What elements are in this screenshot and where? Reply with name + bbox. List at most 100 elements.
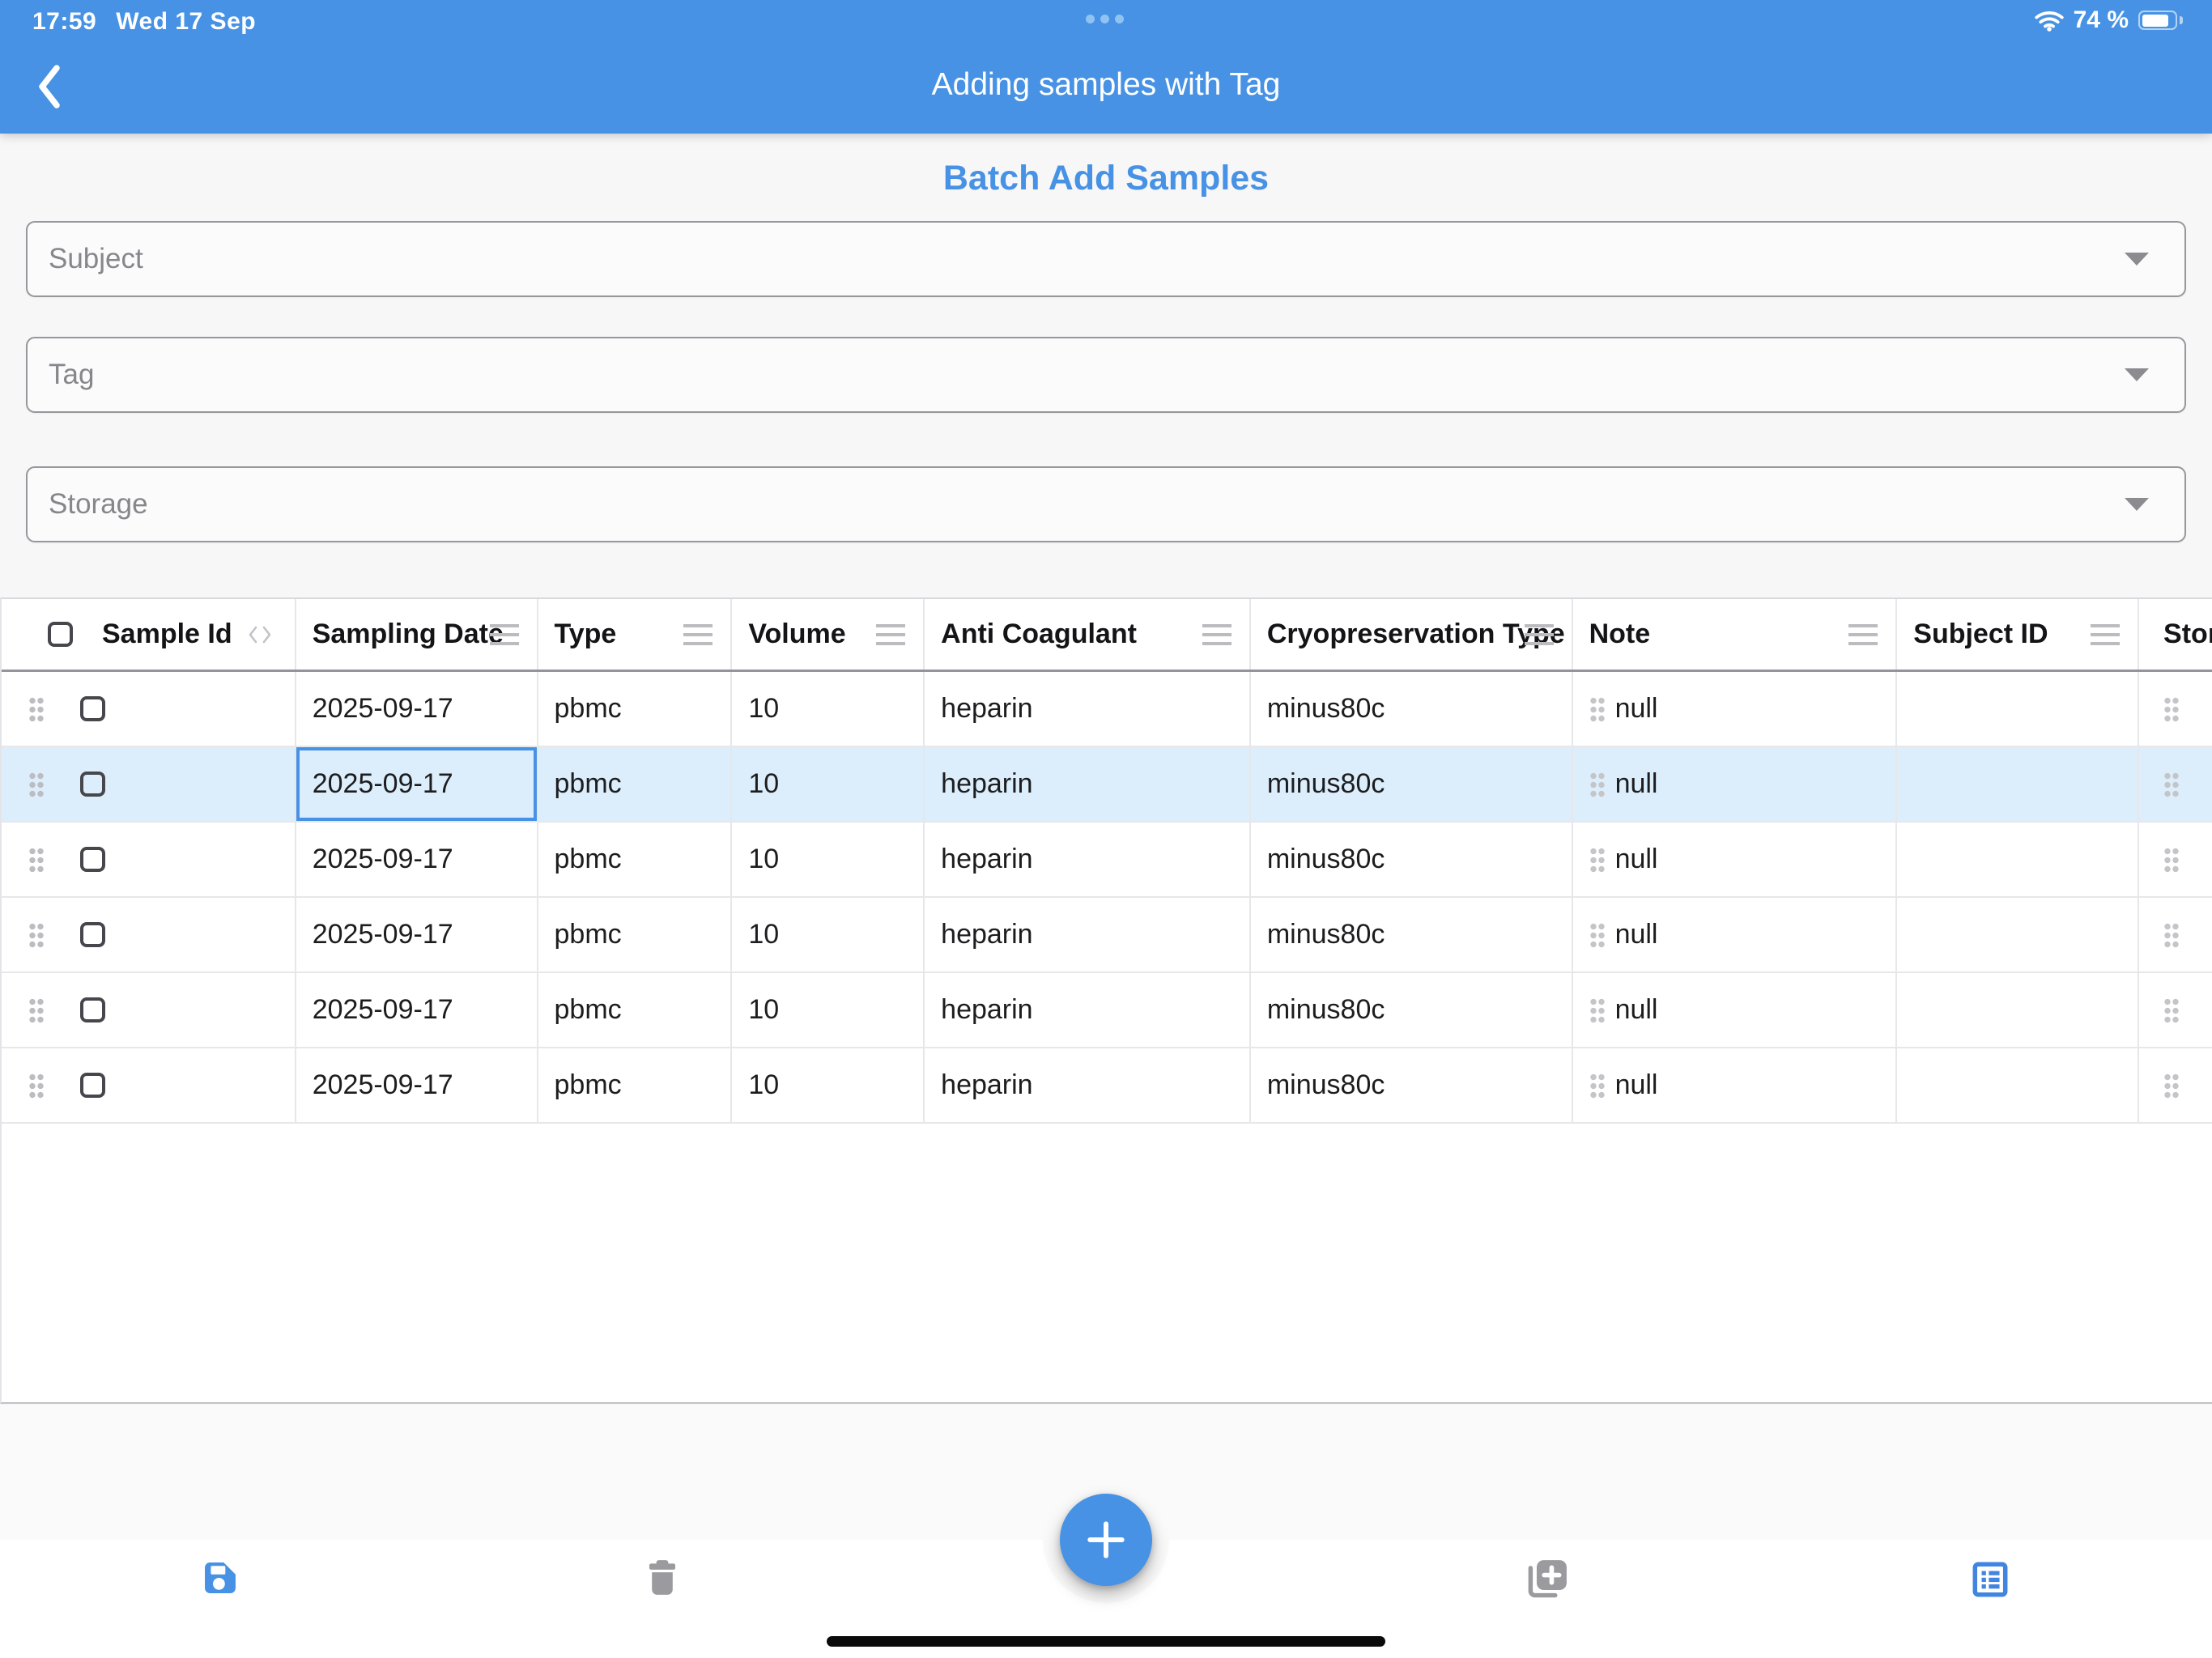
- cell-storage[interactable]: [2139, 973, 2212, 1047]
- cell-sampling-date[interactable]: 2025-09-17: [296, 898, 538, 971]
- select-all-checkbox[interactable]: [48, 622, 73, 647]
- cell-volume[interactable]: 10: [732, 898, 925, 971]
- column-menu-icon[interactable]: [1202, 624, 1231, 645]
- cell-cryopreservation-type[interactable]: minus80c: [1251, 1048, 1573, 1122]
- header-sampling-date[interactable]: Sampling Date: [296, 599, 538, 670]
- row-drag-handle-icon[interactable]: [28, 1073, 45, 1099]
- row-checkbox[interactable]: [80, 847, 105, 872]
- storage-select[interactable]: Storage: [26, 466, 2186, 542]
- cell-anti-coagulant[interactable]: heparin: [925, 747, 1251, 821]
- column-menu-icon[interactable]: [1525, 624, 1554, 645]
- tag-select[interactable]: Tag: [26, 337, 2186, 413]
- cell-storage[interactable]: [2139, 747, 2212, 821]
- cell-volume[interactable]: 10: [732, 823, 925, 896]
- cell-storage[interactable]: [2139, 1048, 2212, 1122]
- header-cryopreservation-type[interactable]: Cryopreservation Type: [1251, 599, 1573, 670]
- cell-note[interactable]: null: [1573, 672, 1898, 746]
- row-checkbox[interactable]: [80, 772, 105, 797]
- header-type[interactable]: Type: [538, 599, 733, 670]
- cell-sampling-date[interactable]: 2025-09-17: [296, 823, 538, 896]
- cell-drag-handle-icon[interactable]: [1589, 847, 1606, 873]
- cell-drag-handle-icon[interactable]: [1589, 696, 1606, 722]
- header-sample-id[interactable]: Sample Id: [2, 599, 296, 670]
- cell-type[interactable]: pbmc: [538, 747, 733, 821]
- cell-storage[interactable]: [2139, 823, 2212, 896]
- cell-drag-handle-icon[interactable]: [2163, 847, 2180, 873]
- row-drag-handle-icon[interactable]: [28, 696, 45, 722]
- subject-select[interactable]: Subject: [26, 221, 2186, 297]
- delete-button[interactable]: [649, 1560, 675, 1595]
- cell-note[interactable]: null: [1573, 973, 1898, 1047]
- cell-subject-id[interactable]: [1897, 973, 2139, 1047]
- cell-drag-handle-icon[interactable]: [2163, 1073, 2180, 1099]
- row-drag-handle-icon[interactable]: [28, 772, 45, 797]
- cell-cryopreservation-type[interactable]: minus80c: [1251, 672, 1573, 746]
- cell-note[interactable]: null: [1573, 898, 1898, 971]
- header-note[interactable]: Note: [1573, 599, 1898, 670]
- column-menu-icon[interactable]: [876, 624, 905, 645]
- column-menu-icon[interactable]: [490, 624, 519, 645]
- cell-cryopreservation-type[interactable]: minus80c: [1251, 823, 1573, 896]
- row-checkbox[interactable]: [80, 696, 105, 721]
- cell-anti-coagulant[interactable]: heparin: [925, 973, 1251, 1047]
- cell-subject-id[interactable]: [1897, 1048, 2139, 1122]
- row-drag-handle-icon[interactable]: [28, 997, 45, 1023]
- cell-subject-id[interactable]: [1897, 898, 2139, 971]
- duplicate-rows-button[interactable]: [1527, 1559, 1568, 1600]
- cell-drag-handle-icon[interactable]: [2163, 922, 2180, 948]
- cell-anti-coagulant[interactable]: heparin: [925, 672, 1251, 746]
- cell-volume[interactable]: 10: [732, 1048, 925, 1122]
- header-subject-id[interactable]: Subject ID: [1897, 599, 2139, 670]
- angle-brackets-icon[interactable]: [248, 625, 272, 644]
- cell-sampling-date-selected[interactable]: 2025-09-17: [296, 747, 538, 821]
- cell-sampling-date[interactable]: 2025-09-17: [296, 1048, 538, 1122]
- row-drag-handle-icon[interactable]: [28, 847, 45, 873]
- cell-type[interactable]: pbmc: [538, 898, 733, 971]
- cell-volume[interactable]: 10: [732, 672, 925, 746]
- header-anti-coagulant[interactable]: Anti Coagulant: [925, 599, 1251, 670]
- cell-drag-handle-icon[interactable]: [2163, 772, 2180, 797]
- multitasking-dots[interactable]: [1086, 15, 1124, 23]
- column-menu-icon[interactable]: [2091, 624, 2120, 645]
- cell-drag-handle-icon[interactable]: [2163, 997, 2180, 1023]
- cell-sampling-date[interactable]: 2025-09-17: [296, 672, 538, 746]
- cell-anti-coagulant[interactable]: heparin: [925, 1048, 1251, 1122]
- cell-note[interactable]: null: [1573, 1048, 1898, 1122]
- cell-drag-handle-icon[interactable]: [1589, 772, 1606, 797]
- row-checkbox[interactable]: [80, 997, 105, 1022]
- cell-type[interactable]: pbmc: [538, 973, 733, 1047]
- save-button[interactable]: [204, 1562, 236, 1594]
- cell-storage[interactable]: [2139, 672, 2212, 746]
- cell-subject-id[interactable]: [1897, 747, 2139, 821]
- cell-drag-handle-icon[interactable]: [1589, 922, 1606, 948]
- cell-cryopreservation-type[interactable]: minus80c: [1251, 747, 1573, 821]
- row-drag-handle-icon[interactable]: [28, 922, 45, 948]
- cell-type[interactable]: pbmc: [538, 672, 733, 746]
- cell-type[interactable]: pbmc: [538, 1048, 733, 1122]
- cell-cryopreservation-type[interactable]: minus80c: [1251, 973, 1573, 1047]
- list-view-button[interactable]: [1972, 1562, 2008, 1597]
- cell-note[interactable]: null: [1573, 747, 1898, 821]
- cell-cryopreservation-type[interactable]: minus80c: [1251, 898, 1573, 971]
- cell-volume[interactable]: 10: [732, 747, 925, 821]
- cell-type[interactable]: pbmc: [538, 823, 733, 896]
- cell-drag-handle-icon[interactable]: [1589, 1073, 1606, 1099]
- cell-drag-handle-icon[interactable]: [1589, 997, 1606, 1023]
- home-indicator[interactable]: [827, 1636, 1385, 1647]
- header-storage[interactable]: Storage: [2139, 599, 2212, 670]
- cell-sampling-date[interactable]: 2025-09-17: [296, 973, 538, 1047]
- cell-anti-coagulant[interactable]: heparin: [925, 898, 1251, 971]
- cell-subject-id[interactable]: [1897, 823, 2139, 896]
- row-checkbox[interactable]: [80, 922, 105, 947]
- cell-note[interactable]: null: [1573, 823, 1898, 896]
- cell-anti-coagulant[interactable]: heparin: [925, 823, 1251, 896]
- cell-drag-handle-icon[interactable]: [2163, 696, 2180, 722]
- header-volume[interactable]: Volume: [732, 599, 925, 670]
- cell-volume[interactable]: 10: [732, 973, 925, 1047]
- cell-subject-id[interactable]: [1897, 672, 2139, 746]
- column-menu-icon[interactable]: [683, 624, 713, 645]
- column-menu-icon[interactable]: [1848, 624, 1878, 645]
- add-row-button[interactable]: [1060, 1494, 1152, 1586]
- cell-storage[interactable]: [2139, 898, 2212, 971]
- row-checkbox[interactable]: [80, 1073, 105, 1098]
